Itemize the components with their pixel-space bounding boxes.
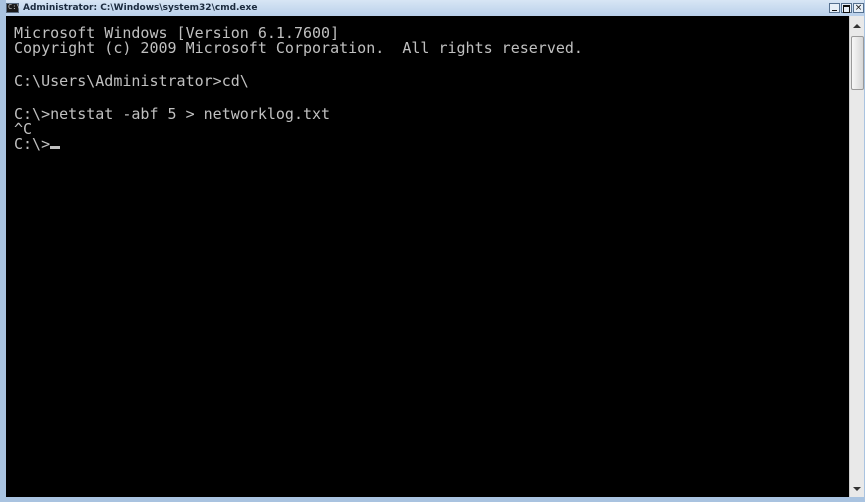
cmd-icon[interactable]: C:\ <box>6 3 21 13</box>
prompt-text: C:\> <box>14 135 51 153</box>
console-line: Copyright (c) 2009 Microsoft Corporation… <box>14 39 583 57</box>
close-icon: × <box>854 3 863 13</box>
close-button[interactable]: × <box>853 3 864 13</box>
console-line: C:\Users\Administrator>cd\ <box>14 72 249 90</box>
text-cursor <box>50 146 61 149</box>
cmd-window: C:\ Administrator: C:\Windows\system32\c… <box>0 0 865 502</box>
scroll-up-button[interactable] <box>850 18 864 34</box>
scrollbar-thumb[interactable] <box>851 36 864 90</box>
vertical-scrollbar[interactable] <box>849 16 864 497</box>
maximize-button[interactable] <box>841 3 852 13</box>
console-output[interactable]: Microsoft Windows [Version 6.1.7600] Cop… <box>6 16 849 497</box>
cmd-icon-glyph: C:\ <box>8 3 21 11</box>
caption-buttons: × <box>828 3 864 13</box>
console-line: C:\>netstat -abf 5 > networklog.txt <box>14 105 331 123</box>
scroll-down-arrow-icon <box>853 487 861 491</box>
minimize-button[interactable] <box>829 3 840 13</box>
console-line: ^C <box>14 120 33 138</box>
window-title: Administrator: C:\Windows\system32\cmd.e… <box>23 3 258 13</box>
scroll-up-arrow-icon <box>853 24 861 28</box>
title-bar[interactable]: C:\ Administrator: C:\Windows\system32\c… <box>6 0 864 16</box>
scroll-down-button[interactable] <box>850 481 864 497</box>
prompt-line[interactable]: C:\> <box>14 137 849 152</box>
